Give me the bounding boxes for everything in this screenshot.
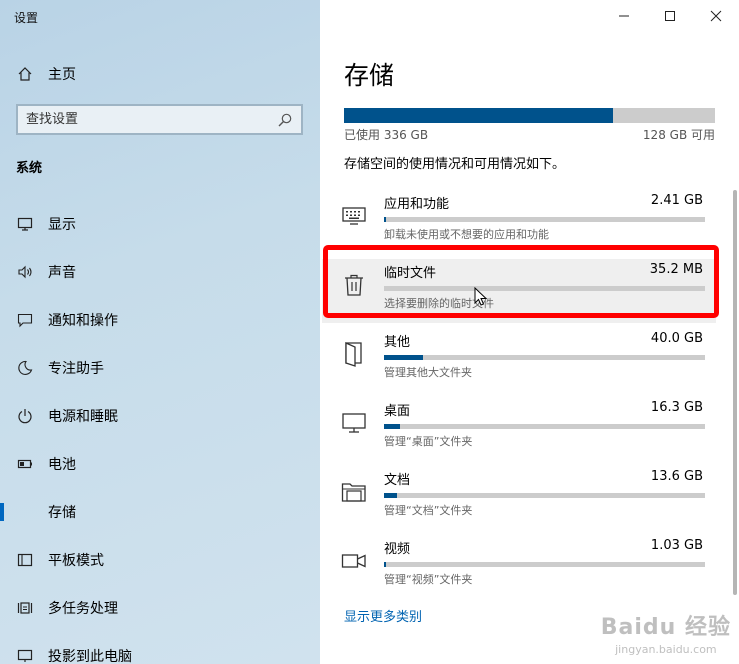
highlight-box: [323, 245, 719, 318]
sidebar-item-project[interactable]: 投影到此电脑: [0, 638, 320, 664]
storage-usage-bar: [344, 108, 715, 123]
used-label: 已使用 336 GB: [344, 128, 429, 142]
multitask-icon: [16, 599, 34, 617]
category-subtitle: 管理“文档”文件夹: [384, 504, 473, 517]
maximize-icon: [664, 7, 676, 26]
sidebar-item-label: 电池: [48, 457, 76, 473]
section-title: 系统: [16, 161, 43, 176]
door-icon: [340, 340, 368, 368]
category-bar: [384, 562, 705, 567]
page-title: 存储: [344, 61, 395, 90]
battery-icon: [16, 455, 34, 473]
category-subtitle: 卸载未使用或不想要的应用和功能: [384, 228, 549, 241]
category-other[interactable]: 其他 40.0 GB 管理其他大文件夹: [322, 328, 716, 392]
category-bar: [384, 355, 705, 360]
show-more-categories-link[interactable]: 显示更多类别: [344, 606, 422, 625]
free-label: 128 GB 可用: [642, 128, 715, 142]
sidebar-item-label: 存储: [48, 505, 76, 521]
storage-description: 存储空间的使用情况和可用情况如下。: [344, 157, 566, 172]
sidebar-item-label: 平板模式: [48, 553, 104, 569]
category-bar-fill: [384, 424, 400, 429]
search-input[interactable]: [26, 112, 277, 127]
maximize-button[interactable]: [658, 4, 682, 28]
storage-usage-fill: [344, 108, 613, 123]
category-subtitle: 管理“视频”文件夹: [384, 573, 473, 586]
watermark: Baidu 经验 jingyan.baidu.com: [601, 609, 731, 656]
category-bar-fill: [384, 217, 386, 222]
category-size: 1.03 GB: [650, 538, 703, 553]
sidebar-item-tablet-mode[interactable]: 平板模式: [0, 542, 320, 578]
minimize-button[interactable]: [612, 4, 636, 28]
app-title: 设置: [14, 11, 39, 25]
close-button[interactable]: [704, 4, 728, 28]
sidebar-item-battery[interactable]: 电池: [0, 446, 320, 482]
category-bar: [384, 424, 705, 429]
moon-icon: [16, 359, 34, 377]
scrollbar[interactable]: [733, 190, 737, 595]
category-name: 文档: [384, 473, 411, 488]
sidebar-item-label: 专注助手: [48, 361, 104, 377]
sidebar-item-focus-assist[interactable]: 专注助手: [0, 350, 320, 386]
category-name: 视频: [384, 542, 411, 557]
sidebar-item-label: 声音: [48, 265, 76, 281]
mouse-cursor-icon: [474, 286, 488, 311]
home-icon: [16, 65, 34, 83]
watermark-url: jingyan.baidu.com: [615, 643, 717, 656]
speaker-icon: [16, 263, 34, 281]
navigation-pane: 设置 主页 系统 显示 声音 通知和操作 专注助手: [0, 0, 320, 664]
sidebar-item-storage[interactable]: 存储: [0, 494, 320, 530]
keyboard-icon: [340, 202, 368, 230]
category-subtitle: 管理“桌面”文件夹: [384, 435, 473, 448]
category-bar: [384, 217, 705, 222]
sidebar-item-notifications[interactable]: 通知和操作: [0, 302, 320, 338]
nav-home[interactable]: 主页: [16, 62, 306, 86]
nav-home-label: 主页: [48, 67, 76, 83]
sidebar-item-label: 通知和操作: [48, 313, 118, 329]
sidebar-item-label: 电源和睡眠: [48, 409, 118, 425]
category-bar-fill: [384, 562, 386, 567]
sidebar-item-power-sleep[interactable]: 电源和睡眠: [0, 398, 320, 434]
sidebar-item-multitasking[interactable]: 多任务处理: [0, 590, 320, 626]
notification-icon: [16, 311, 34, 329]
content-pane: 存储 已使用 336 GB 128 GB 可用 存储空间的使用情况和可用情况如下…: [320, 0, 739, 664]
category-subtitle: 管理其他大文件夹: [384, 366, 472, 379]
sidebar-item-sound[interactable]: 声音: [0, 254, 320, 290]
search-icon[interactable]: [277, 112, 293, 128]
monitor-icon: [340, 409, 368, 437]
close-icon: [710, 7, 722, 26]
category-name: 其他: [384, 335, 411, 350]
category-size: 16.3 GB: [650, 400, 703, 415]
power-icon: [16, 407, 34, 425]
sidebar-item-label: 投影到此电脑: [48, 649, 132, 664]
sidebar-item-display[interactable]: 显示: [0, 206, 320, 242]
project-icon: [16, 647, 34, 664]
category-size: 13.6 GB: [650, 469, 703, 484]
sidebar-item-label: 显示: [48, 217, 76, 233]
folder-icon: [340, 478, 368, 506]
category-size: 2.41 GB: [650, 193, 703, 208]
category-bar-fill: [384, 493, 397, 498]
storage-icon: [16, 503, 34, 521]
category-bar-fill: [384, 355, 423, 360]
category-documents[interactable]: 文档 13.6 GB 管理“文档”文件夹: [322, 466, 716, 530]
category-videos[interactable]: 视频 1.03 GB 管理“视频”文件夹: [322, 535, 716, 599]
category-size: 40.0 GB: [650, 331, 703, 346]
search-box[interactable]: [16, 104, 303, 135]
sidebar-item-label: 多任务处理: [48, 601, 118, 617]
tablet-icon: [16, 551, 34, 569]
category-bar: [384, 493, 705, 498]
minimize-icon: [618, 7, 630, 26]
watermark-logo: Baidu 经验: [600, 615, 731, 640]
category-desktop[interactable]: 桌面 16.3 GB 管理“桌面”文件夹: [322, 397, 716, 461]
category-name: 桌面: [384, 404, 411, 419]
video-icon: [340, 547, 368, 575]
category-name: 应用和功能: [384, 197, 450, 212]
display-icon: [16, 215, 34, 233]
